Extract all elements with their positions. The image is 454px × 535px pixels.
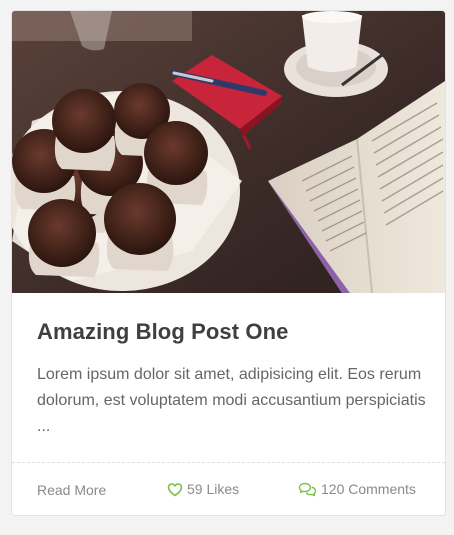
comments-icon [298,482,317,497]
post-footer: Read More 59 Likes 120 Comments [12,463,445,515]
post-image[interactable] [12,11,445,293]
likes-count: 59 Likes [187,481,240,497]
heart-icon [167,482,183,497]
likes-button[interactable]: 59 Likes [167,481,239,497]
read-more-link[interactable]: Read More [37,482,106,498]
comments-button[interactable]: 120 Comments [298,481,416,497]
comments-count: 120 Comments [321,481,416,497]
blog-post-card: Amazing Blog Post One Lorem ipsum dolor … [11,10,446,516]
post-excerpt: Lorem ipsum dolor sit amet, adipisicing … [37,366,426,435]
post-title[interactable]: Amazing Blog Post One [37,319,288,345]
